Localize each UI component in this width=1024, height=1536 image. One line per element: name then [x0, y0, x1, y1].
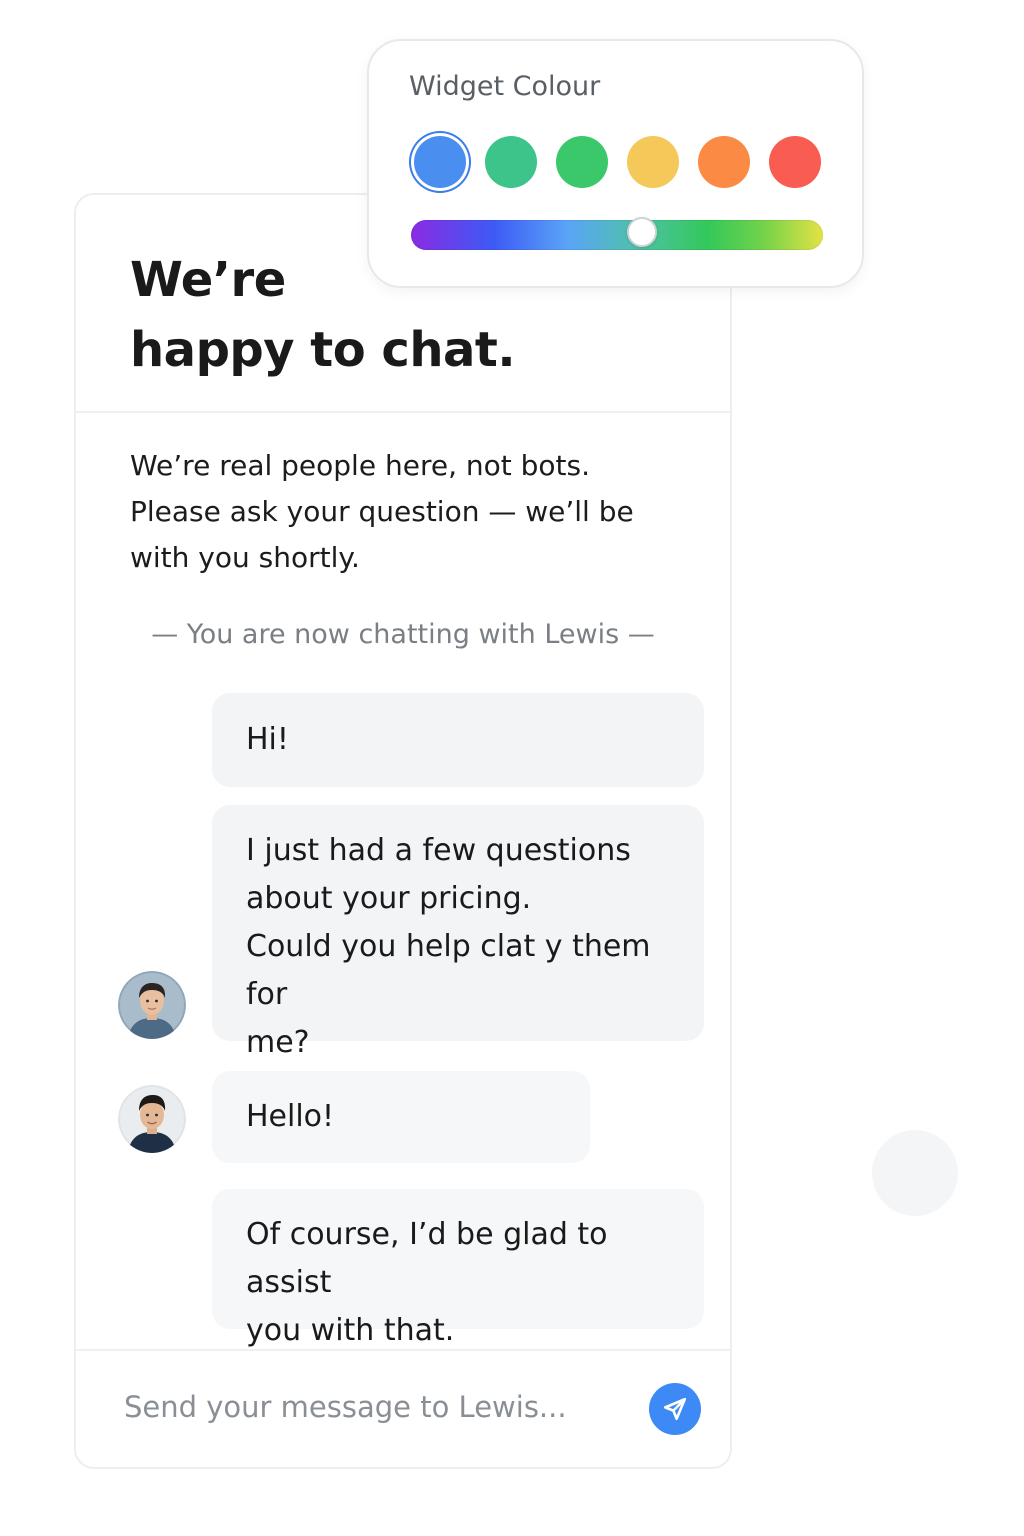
widget-colour-picker: Widget Colour [367, 39, 864, 288]
send-button[interactable] [649, 1383, 701, 1435]
intro-line: We’re real people here, not bots. [130, 449, 590, 482]
colour-swatch-green[interactable] [556, 136, 608, 188]
colour-swatch-yellow[interactable] [627, 136, 679, 188]
message-text: about your pricing. [246, 881, 532, 916]
message-text: Of course, I’d be glad to assist [246, 1217, 608, 1300]
intro-line: with you shortly. [130, 541, 360, 574]
message-text: I just had a few questions [246, 833, 631, 868]
message-bubble: Hi! [212, 693, 704, 787]
message-input[interactable] [122, 1373, 626, 1441]
colour-swatch-orange[interactable] [698, 136, 750, 188]
intro-line: Please ask your question — we’ll be [130, 495, 634, 528]
intro-text: We’re real people here, not bots. Please… [130, 443, 670, 581]
chat-widget: We’re happy to chat. We’re real people h… [74, 193, 732, 1469]
message-text: you with that. [246, 1313, 455, 1348]
message-bubble: Hello! [212, 1071, 590, 1163]
message-bubble: I just had a few questions about your pr… [212, 805, 704, 1060]
message-composer [76, 1349, 730, 1467]
decorative-circle [872, 1130, 958, 1216]
hue-slider[interactable] [411, 217, 823, 250]
colour-swatch-teal[interactable] [485, 136, 537, 188]
widget-colour-title: Widget Colour [409, 71, 601, 102]
colour-swatch-red[interactable] [769, 136, 821, 188]
page: We’re happy to chat. We’re real people h… [0, 0, 1024, 1536]
message-text: Could you help clat y them for [246, 929, 651, 1012]
chat-status: — You are now chatting with Lewis — [151, 619, 655, 650]
agent-avatar [118, 971, 186, 1039]
agent-avatar [118, 1085, 186, 1153]
chat-title-line-2: happy to chat. [130, 322, 516, 378]
message-text: me? [246, 1025, 310, 1060]
message-text: Hi! [246, 722, 289, 757]
colour-swatch-blue[interactable] [414, 136, 466, 188]
send-icon [663, 1397, 687, 1421]
avatar-image [118, 1085, 186, 1153]
hue-slider-thumb[interactable] [626, 217, 657, 247]
message-text: Hello! [246, 1099, 335, 1134]
avatar-image [118, 971, 186, 1039]
message-bubble: Of course, I’d be glad to assist you wit… [212, 1189, 704, 1348]
